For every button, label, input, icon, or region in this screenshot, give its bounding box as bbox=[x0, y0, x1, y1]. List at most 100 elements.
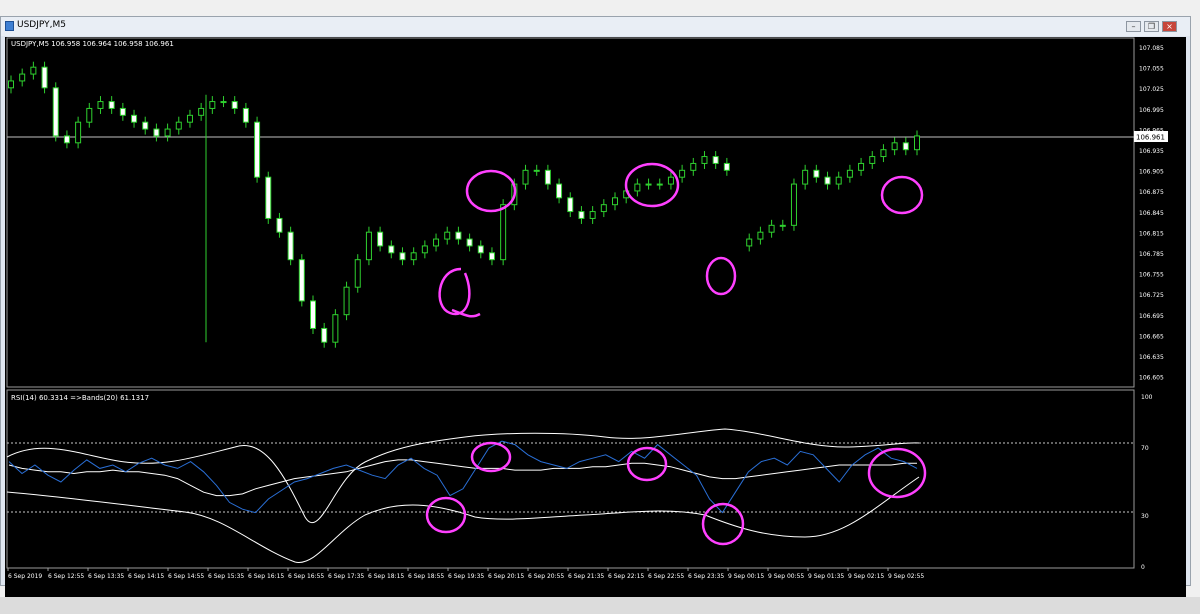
candle-body bbox=[399, 252, 406, 261]
time-tick-label: 6 Sep 22:15 bbox=[608, 573, 644, 580]
candlestick-series bbox=[8, 61, 920, 348]
candle-body bbox=[343, 286, 350, 316]
candle-body bbox=[63, 135, 70, 144]
candle-body bbox=[544, 169, 551, 185]
candle-body bbox=[902, 142, 909, 151]
candle-body bbox=[477, 245, 484, 254]
restore-button[interactable]: ❐ bbox=[1144, 21, 1159, 32]
candle-body bbox=[779, 224, 786, 227]
chart-svg[interactable]: USDJPY,M5 106.958 106.964 106.958 106.96… bbox=[5, 37, 1186, 597]
candle-body bbox=[858, 162, 865, 171]
price-tick-label: 106.635 bbox=[1139, 354, 1164, 361]
indicator-panel-header: RSI(14) 60.3314 =>Bands(20) 61.1317 bbox=[11, 394, 149, 402]
time-tick-label: 9 Sep 01:35 bbox=[808, 573, 844, 580]
candle-body bbox=[354, 259, 361, 288]
candle-body bbox=[153, 128, 160, 137]
chart-area[interactable]: USDJPY,M5 106.958 106.964 106.958 106.96… bbox=[5, 37, 1186, 597]
annotation-circle bbox=[705, 256, 737, 296]
status-strip bbox=[0, 597, 1200, 614]
candle-body bbox=[757, 231, 764, 240]
candle-body bbox=[97, 101, 104, 109]
price-tick-label: 107.025 bbox=[1139, 86, 1164, 93]
chart-window-icon bbox=[5, 21, 14, 31]
time-tick-label: 6 Sep 12:55 bbox=[48, 573, 84, 580]
candle-body bbox=[310, 300, 316, 329]
time-tick-label: 6 Sep 18:15 bbox=[368, 573, 404, 580]
annotation-circle bbox=[425, 496, 467, 534]
rsi-tick-label: 100 bbox=[1141, 394, 1153, 401]
time-tick-label: 6 Sep 14:15 bbox=[128, 573, 164, 580]
candle-body bbox=[410, 252, 417, 261]
annotation-circle bbox=[624, 162, 680, 208]
candle-body bbox=[8, 80, 14, 89]
time-tick-label: 6 Sep 16:15 bbox=[248, 573, 284, 580]
price-axis: 107.085107.055107.025106.995106.965106.9… bbox=[1139, 45, 1164, 382]
price-tick-label: 106.665 bbox=[1139, 333, 1164, 340]
candle-body bbox=[556, 183, 563, 199]
candle-body bbox=[108, 101, 115, 109]
candle-body bbox=[634, 183, 641, 192]
chart-window: USDJPY,M5 – ❐ × USDJPY,M5 106.958 106.96… bbox=[0, 16, 1191, 597]
candle-body bbox=[75, 121, 82, 144]
price-tick-label: 106.605 bbox=[1139, 375, 1164, 382]
candle-body bbox=[790, 183, 797, 226]
candle-body bbox=[198, 107, 205, 116]
candle-body bbox=[164, 128, 171, 137]
candle-body bbox=[265, 176, 272, 219]
candle-body bbox=[500, 204, 507, 261]
time-axis: 6 Sep 2019 6 Sep 12:55 6 Sep 13:35 6 Sep 14… bbox=[7, 568, 924, 580]
time-tick-label: 6 Sep 15:35 bbox=[208, 573, 244, 580]
candle-body bbox=[679, 169, 686, 178]
main-panel-header: USDJPY,M5 106.958 106.964 106.958 106.96… bbox=[11, 40, 174, 48]
current-price-label: 106.961 bbox=[1136, 134, 1165, 142]
candle-body bbox=[522, 169, 529, 185]
rsi-axis: 100 70 30 0 bbox=[1141, 394, 1153, 571]
price-tick-label: 106.845 bbox=[1139, 210, 1164, 217]
candle-body bbox=[242, 107, 249, 123]
time-tick-label: 6 Sep 16:55 bbox=[288, 573, 324, 580]
minimize-button[interactable]: – bbox=[1126, 21, 1141, 32]
candle-body bbox=[701, 156, 708, 164]
time-tick-label: 6 Sep 18:55 bbox=[408, 573, 444, 580]
candle-body bbox=[287, 231, 294, 261]
window-title: USDJPY,M5 bbox=[17, 20, 66, 30]
time-tick-label: 6 Sep 22:55 bbox=[648, 573, 684, 580]
rsi-line bbox=[8, 440, 918, 514]
time-tick-label: 9 Sep 02:15 bbox=[848, 573, 884, 580]
candle-body bbox=[186, 114, 193, 123]
candle-body bbox=[41, 66, 48, 89]
candle-body bbox=[119, 107, 126, 116]
candle-body bbox=[455, 231, 462, 240]
price-tick-label: 106.935 bbox=[1139, 148, 1164, 155]
candle-body bbox=[690, 162, 697, 171]
time-tick-label: 6 Sep 13:35 bbox=[88, 573, 124, 580]
annotation-circle bbox=[880, 175, 924, 215]
time-tick-label: 6 Sep 20:55 bbox=[528, 573, 564, 580]
candle-body bbox=[712, 156, 719, 164]
price-tick-label: 106.755 bbox=[1139, 272, 1164, 279]
candle-body bbox=[86, 107, 93, 123]
candle-body bbox=[276, 217, 283, 233]
annotation-circle bbox=[701, 502, 745, 546]
candle-body bbox=[254, 121, 261, 178]
time-tick-label: 9 Sep 00:15 bbox=[728, 573, 764, 580]
price-tick-label: 106.995 bbox=[1139, 107, 1164, 114]
price-tick-label: 106.695 bbox=[1139, 313, 1164, 320]
annotation-circle bbox=[438, 267, 481, 318]
candle-body bbox=[298, 259, 305, 302]
bands-mid-line bbox=[8, 459, 917, 497]
candle-body bbox=[131, 114, 138, 123]
candle-body bbox=[421, 245, 428, 254]
candle-body bbox=[802, 169, 809, 185]
candle-body bbox=[209, 101, 216, 109]
window-titlebar[interactable]: USDJPY,M5 – ❐ × bbox=[1, 17, 1190, 36]
candle-body bbox=[488, 252, 495, 261]
time-tick-label: 9 Sep 02:55 bbox=[888, 573, 924, 580]
candle-body bbox=[175, 121, 182, 130]
close-button[interactable]: × bbox=[1162, 21, 1177, 32]
time-tick-label: 6 Sep 20:15 bbox=[488, 573, 524, 580]
time-tick-label: 9 Sep 00:55 bbox=[768, 573, 804, 580]
price-tick-label: 107.085 bbox=[1139, 45, 1164, 52]
candle-body bbox=[824, 176, 831, 185]
candle-body bbox=[231, 101, 238, 109]
